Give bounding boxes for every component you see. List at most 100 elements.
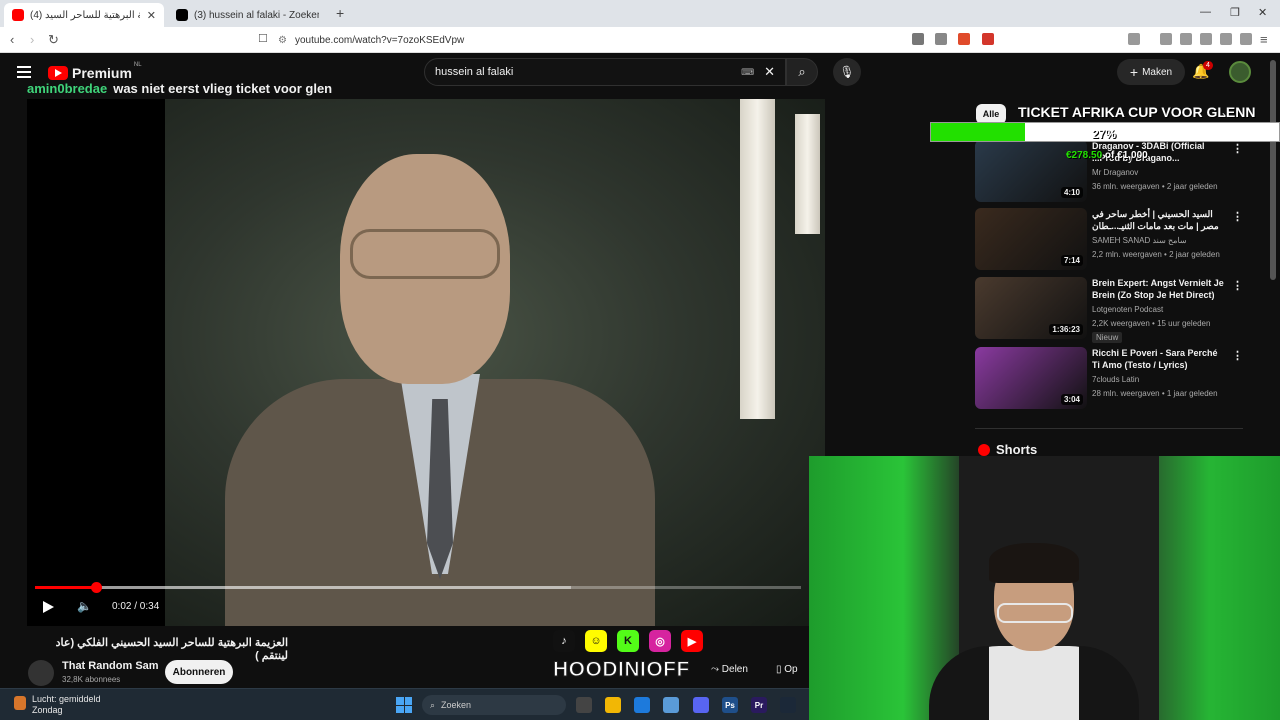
more-options-icon[interactable]: ⋮ [1232,349,1243,362]
recommendation-meta: 28 mln. weergaven • 1 jaar geleden [1092,389,1218,398]
url-text: youtube.com/watch?v=7ozoKSEdVpw [294,35,465,46]
channel-avatar[interactable] [28,660,54,686]
leo-icon[interactable] [1220,33,1232,45]
recommendation-title[interactable]: السيد الحسيني | أخطر ساحر في مصر | مات ب… [1092,208,1227,232]
menu-icon[interactable] [17,66,31,78]
streamer-glasses [997,603,1073,623]
tab-x-search[interactable]: (3) hussein al falaki - Zoeken / X [168,3,328,27]
media-icon[interactable] [1160,33,1172,45]
scrollbar[interactable] [1270,60,1276,280]
steam-icon[interactable] [780,697,796,713]
vpn-icon[interactable] [1240,33,1252,45]
duration-badge: 1:36:23 [1049,324,1083,335]
cast-icon[interactable] [912,33,924,45]
instagram-icon: ◎ [649,630,671,652]
social-icons: ♪ ☺ K ◎ ▶ [553,630,703,652]
browser-tab-bar: (4) العزيمة البرهتية للساحر السيد ✕ (3) … [0,0,1280,27]
progress-scrubber[interactable] [91,582,103,593]
url-field[interactable]: ⚙ youtube.com/watch?v=7ozoKSEdVpw [278,32,898,49]
forward-icon[interactable]: › [30,32,34,47]
discord-icon[interactable] [693,697,709,713]
kick-icon: K [617,630,639,652]
keyboard-icon[interactable]: ⌨ [741,67,754,78]
divider [975,428,1243,429]
recommendation-card[interactable]: 7:14 السيد الحسيني | أخطر ساحر في مصر | م… [975,208,1245,272]
taskbar-search-input[interactable]: ⌕ Zoeken [422,695,566,715]
rewards-icon[interactable] [982,33,994,45]
recommendation-channel[interactable]: 7clouds Latin [1092,375,1139,384]
back-icon[interactable]: ‹ [10,32,14,47]
play-icon[interactable] [43,601,54,613]
recommendation-card[interactable]: 3:04 Ricchi E Poveri - Sara Perché Ti Amo… [975,347,1245,411]
voice-search-button[interactable]: 🎙 [833,58,861,86]
more-options-icon[interactable]: ⋮ [1232,210,1243,223]
app-icon[interactable] [663,697,679,713]
photoshop-icon[interactable]: Ps [722,697,738,713]
recommendation-title[interactable]: Ricchi E Poveri - Sara Perché Ti Amo (Te… [1092,347,1227,371]
shorts-label: Shorts [996,442,1038,457]
plus-icon: + [1129,64,1139,80]
search-input[interactable]: hussein al falaki ⌨ ✕ [424,58,786,86]
search-button[interactable]: ⌕ [786,58,818,86]
save-button[interactable]: ▯ Op [776,664,798,675]
recommendation-meta: 2,2K weergaven • 15 uur geleden [1092,319,1211,328]
recommendation-channel[interactable]: SAMEH SANAD سامح سند [1092,236,1187,245]
task-view-icon[interactable] [576,697,592,713]
browser-menu-icon[interactable]: ≡ [1260,32,1268,47]
subscribe-button[interactable]: Abonneren [165,660,233,684]
file-explorer-icon[interactable] [605,697,621,713]
video-thumbnail[interactable]: 1:36:23 [975,277,1087,339]
video-player[interactable]: 🔈 0:02 / 0:34 [27,99,825,626]
close-tab-icon[interactable]: ✕ [147,9,156,22]
sidebar-icon[interactable] [1180,33,1192,45]
new-tab-button[interactable]: + [336,5,344,21]
more-options-icon[interactable]: ⋮ [1232,279,1243,292]
duration-badge: 4:10 [1060,187,1083,198]
streamer-hair [989,543,1079,583]
weather-line1: Lucht: gemiddeld [32,694,101,704]
video-thumbnail[interactable]: 7:14 [975,208,1087,270]
account-avatar[interactable] [1229,61,1251,83]
weather-widget[interactable]: Lucht: gemiddeld Zondag [14,694,101,716]
logo-region: NL [133,62,142,68]
reload-icon[interactable]: ↻ [48,32,59,48]
premiere-icon[interactable]: Pr [751,697,767,713]
progress-buffer [35,586,572,589]
windows-start-icon[interactable] [396,697,412,713]
youtube-logo[interactable]: Premium NL [48,62,142,81]
address-bar-row: ‹ › ↻ ☐ ⚙ youtube.com/watch?v=7ozoKSEdVp… [0,27,1280,53]
share-icon[interactable] [935,33,947,45]
tab-youtube[interactable]: (4) العزيمة البرهتية للساحر السيد ✕ [4,3,164,27]
recommendation-title[interactable]: Brein Expert: Angst Vernielt Je Brein (Z… [1092,277,1227,301]
tab-title: (4) العزيمة البرهتية للساحر السيد [30,9,140,21]
recommendation-card[interactable]: 1:36:23 Brein Expert: Angst Vernielt Je B… [975,277,1245,343]
clear-search-icon[interactable]: ✕ [764,64,775,80]
goal-title: TICKET AFRIKA CUP VOOR GLENN [1018,104,1256,120]
goal-amount: €278.50 of €1,000 [1066,150,1148,161]
youtube-icon: ▶ [681,630,703,652]
goal-current: €278.50 [1066,150,1103,161]
volume-icon[interactable]: 🔈 [77,599,92,613]
share-button[interactable]: ⤳ Delen [711,664,748,675]
extension-icon[interactable] [1128,33,1140,45]
site-info-icon[interactable]: ⚙ [278,35,287,46]
restore-icon[interactable]: ❐ [1230,6,1240,19]
notification-badge: 4 [1203,61,1213,70]
calculator-icon[interactable] [634,697,650,713]
recommendation-channel[interactable]: Mr Draganov [1092,168,1138,177]
chip-all[interactable]: Alle [976,104,1006,124]
wallet-icon[interactable] [1200,33,1212,45]
recommendation-channel[interactable]: Lotgenoten Podcast [1092,305,1163,314]
bookmark-icon[interactable]: ☐ [258,32,268,45]
video-thumbnail[interactable]: 3:04 [975,347,1087,409]
more-options-icon[interactable]: ⋮ [1232,142,1243,155]
taskbar-search-placeholder: Zoeken [441,700,472,710]
duration-badge: 7:14 [1060,255,1083,266]
create-button[interactable]: + Maken [1117,59,1185,85]
streamer-jacket [929,646,989,720]
channel-name[interactable]: That Random Sam [62,660,159,672]
close-window-icon[interactable]: ✕ [1258,6,1267,19]
minimize-icon[interactable]: — [1200,6,1211,18]
brave-shield-icon[interactable] [958,33,970,45]
progress-bar[interactable] [35,582,801,593]
